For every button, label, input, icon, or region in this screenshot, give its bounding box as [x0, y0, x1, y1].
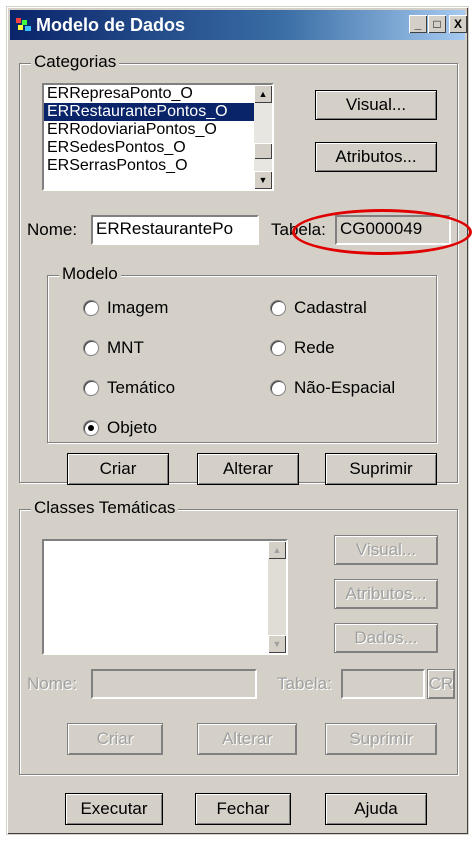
- classes-suprimir-button[interactable]: Suprimir: [325, 723, 437, 755]
- classes-criar-button[interactable]: Criar: [67, 723, 163, 755]
- classes-tabela-label: Tabela:: [277, 674, 332, 693]
- window-title: Modelo de Dados: [36, 15, 186, 35]
- cr-button[interactable]: CR: [427, 669, 455, 699]
- radio-icon[interactable]: [83, 380, 99, 396]
- scroll-up-icon[interactable]: ▲: [254, 85, 272, 103]
- highlight-ellipse: [292, 209, 472, 255]
- list-item[interactable]: ERSerrasPontos_O: [44, 157, 254, 175]
- classes-atributos-button[interactable]: Atributos...: [334, 579, 438, 609]
- close-button[interactable]: X: [449, 15, 467, 33]
- nome-field[interactable]: ERRestaurantePo: [91, 215, 259, 245]
- radio-icon[interactable]: [270, 380, 286, 396]
- nome-label: Nome:: [27, 220, 78, 239]
- maximize-button[interactable]: □: [428, 15, 446, 33]
- radio-objeto[interactable]: Objeto: [83, 417, 157, 439]
- ajuda-button[interactable]: Ajuda: [325, 793, 427, 825]
- radio-icon[interactable]: [270, 340, 286, 356]
- classes-visual-button[interactable]: Visual...: [334, 535, 438, 565]
- list-item[interactable]: ERSedesPontos_O: [44, 139, 254, 157]
- classes-list[interactable]: ▲ ▼: [42, 539, 288, 655]
- scroll-down-icon[interactable]: ▼: [254, 171, 272, 189]
- classes-alterar-button[interactable]: Alterar: [197, 723, 297, 755]
- list-item[interactable]: ERRepresaPonto_O: [44, 85, 254, 103]
- classes-nome-label: Nome:: [27, 674, 78, 693]
- classes-tabela-field[interactable]: [341, 669, 425, 699]
- radio-icon[interactable]: [270, 300, 286, 316]
- categorias-legend: Categorias: [31, 53, 120, 71]
- suprimir-button[interactable]: Suprimir: [325, 453, 437, 485]
- radio-cadastral[interactable]: Cadastral: [270, 297, 367, 319]
- radio-imagem[interactable]: Imagem: [83, 297, 168, 319]
- categorias-scrollbar[interactable]: ▲ ▼: [254, 85, 272, 189]
- classes-nome-field[interactable]: [91, 669, 257, 699]
- categorias-list[interactable]: ERRepresaPonto_O ERRestaurantePontos_O ERR…: [42, 83, 274, 191]
- radio-nao-espacial[interactable]: Não-Espacial: [270, 377, 395, 399]
- classes-legend: Classes Temáticas: [31, 499, 179, 517]
- categorias-atributos-button[interactable]: Atributos...: [315, 142, 437, 172]
- app-icon: [16, 18, 31, 31]
- radio-selected-icon[interactable]: [83, 420, 99, 436]
- categorias-visual-button[interactable]: Visual...: [315, 90, 437, 120]
- scroll-up-icon[interactable]: ▲: [268, 541, 286, 559]
- radio-icon[interactable]: [83, 300, 99, 316]
- list-item[interactable]: ERRestaurantePontos_O: [44, 103, 254, 121]
- modelo-legend: Modelo: [59, 265, 121, 283]
- modelo-de-dados-window: Modelo de Dados _ □ X Categorias ERRepre…: [6, 6, 472, 835]
- classes-dados-button[interactable]: Dados...: [334, 623, 438, 653]
- scroll-thumb[interactable]: [254, 143, 272, 159]
- title-bar[interactable]: Modelo de Dados _ □ X: [10, 10, 467, 40]
- criar-button[interactable]: Criar: [67, 453, 169, 485]
- minimize-button[interactable]: _: [409, 15, 427, 33]
- alterar-button[interactable]: Alterar: [197, 453, 299, 485]
- list-item[interactable]: ERRodoviariaPontos_O: [44, 121, 254, 139]
- executar-button[interactable]: Executar: [65, 793, 163, 825]
- radio-icon[interactable]: [83, 340, 99, 356]
- radio-tematico[interactable]: Temático: [83, 377, 175, 399]
- radio-mnt[interactable]: MNT: [83, 337, 144, 359]
- scroll-down-icon[interactable]: ▼: [268, 635, 286, 653]
- radio-rede[interactable]: Rede: [270, 337, 335, 359]
- fechar-button[interactable]: Fechar: [195, 793, 291, 825]
- classes-scrollbar[interactable]: ▲ ▼: [268, 541, 286, 653]
